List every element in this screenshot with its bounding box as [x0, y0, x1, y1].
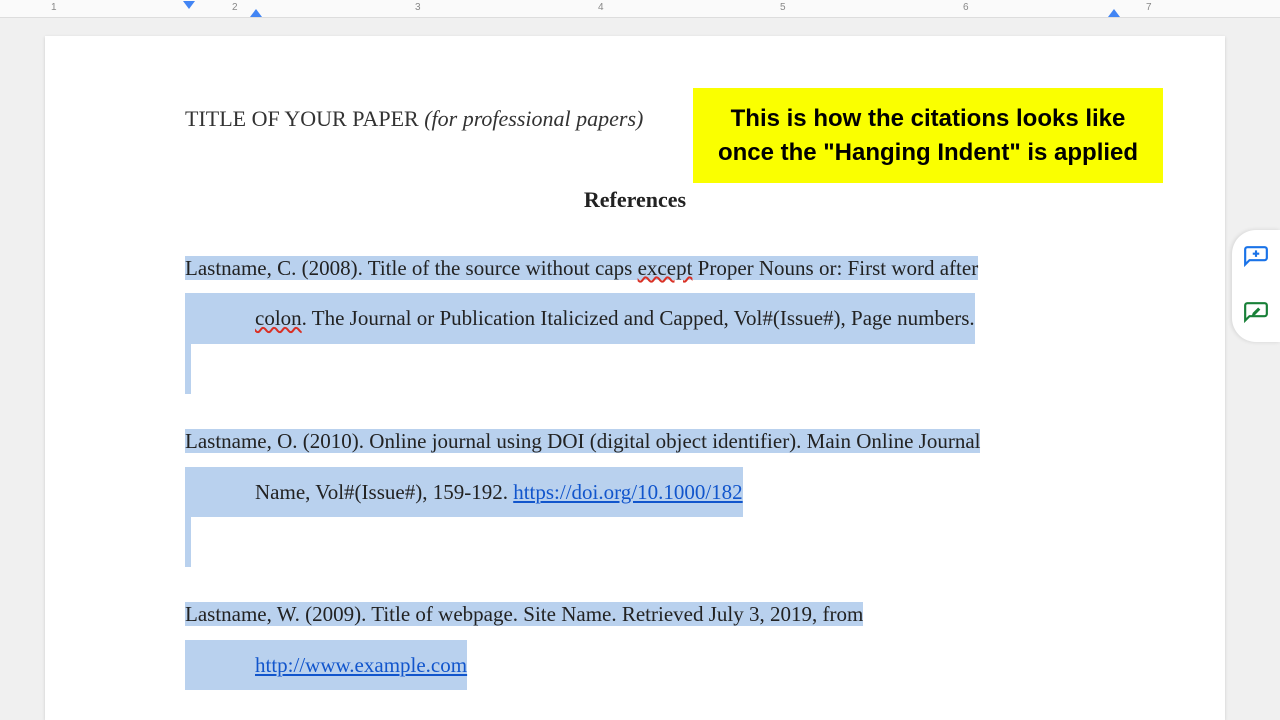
add-comment-icon — [1243, 245, 1269, 271]
ruler-number: 6 — [963, 2, 969, 13]
citation-entry: Lastname, O. (2010). Online journal usin… — [185, 416, 1085, 567]
ruler-number: 3 — [415, 2, 421, 13]
ruler-number: 7 — [1146, 2, 1152, 13]
callout-annotation: This is how the citations looks like onc… — [693, 88, 1163, 183]
citation-text: Name, Vol#(Issue#), 159-192. — [255, 480, 513, 504]
add-comment-button[interactable] — [1238, 240, 1274, 276]
right-indent-marker[interactable] — [1108, 9, 1120, 17]
document-workspace: TITLE OF YOUR PAPER (for professional pa… — [0, 18, 1280, 720]
citation-text: Lastname, W. (2009). Title of webpage. S… — [185, 602, 863, 626]
horizontal-ruler[interactable]: 1 2 3 4 5 6 7 — [0, 0, 1280, 18]
suggest-edits-button[interactable] — [1238, 296, 1274, 332]
doi-link[interactable]: https://doi.org/10.1000/182 — [513, 480, 742, 504]
citation-text: . The Journal or Publication Italicized … — [302, 306, 975, 330]
citation-entry: Lastname, W. (2009). Title of webpage. S… — [185, 589, 1085, 690]
first-line-indent-marker[interactable] — [183, 1, 195, 9]
ruler-number: 1 — [51, 2, 57, 13]
spell-error[interactable]: except — [638, 256, 693, 280]
left-indent-marker[interactable] — [250, 9, 262, 17]
url-link[interactable]: http://www.example.com — [255, 653, 467, 677]
citation-text: Lastname, O. (2010). Online journal usin… — [185, 429, 980, 453]
document-page[interactable]: TITLE OF YOUR PAPER (for professional pa… — [45, 36, 1225, 720]
side-action-bar — [1232, 230, 1280, 342]
title-prefix: TITLE OF YOUR PAPER — [185, 106, 424, 131]
suggest-edits-icon — [1243, 301, 1269, 327]
citation-entry: Lastname, C. (2008). Title of the source… — [185, 243, 1085, 394]
ruler-number: 4 — [598, 2, 604, 13]
citation-text: Lastname, C. (2008). Title of the source… — [185, 256, 638, 280]
citation-text: Proper Nouns or: First word after — [692, 256, 978, 280]
ruler-number: 2 — [232, 2, 238, 13]
ruler-number: 5 — [780, 2, 786, 13]
spell-error[interactable]: colon — [255, 306, 302, 330]
citations-list: Lastname, C. (2008). Title of the source… — [185, 243, 1085, 690]
title-italic: (for professional papers) — [424, 106, 643, 131]
section-heading: References — [185, 187, 1085, 213]
